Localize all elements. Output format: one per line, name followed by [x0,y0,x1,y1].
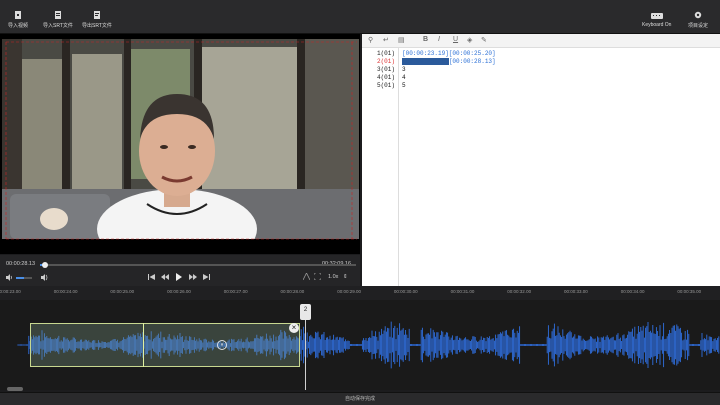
import-video-label: 导入视频 [8,23,29,29]
timeline-tick-label: 00:00:35.00 [677,289,702,294]
text-selection: [00:00:25.20] [402,58,449,65]
timeline-tick-label: 00:00:26.00 [167,289,191,294]
timeline-tick-label: 00:00:28.00 [280,289,305,294]
font-size-icon[interactable] [303,273,310,280]
subtitle-segment[interactable] [30,323,300,367]
subtitle-editor[interactable]: ⚲ ↵ ▤ B I U ◈ ✎ 1(01) 2(01) 3(01) 4(01) … [362,34,720,286]
video-file-icon [15,11,21,19]
volume-slider[interactable] [16,277,32,279]
timeline-ruler[interactable]: 00:00:23.00 00:00:24.00 00:00:25.00 00:00:2… [0,286,720,300]
keyboard-icon [650,13,663,19]
volume-icon[interactable] [6,274,14,281]
speed-stepper-icon[interactable]: ⇕ [343,274,348,280]
close-icon[interactable]: × [289,323,299,333]
project-settings-label: 项目设定 [688,23,709,29]
pause-icon[interactable]: ⏸ [217,340,227,350]
fullscreen-icon[interactable] [314,273,321,280]
bold-icon[interactable]: B [423,36,428,43]
import-srt-button[interactable]: 导入SRT文件 [43,11,73,29]
underline-icon[interactable]: U [453,36,458,43]
playback-speed[interactable]: 1.0x [328,274,338,280]
timeline-tick-label: 00:00:25.00 [110,289,135,294]
line-number: 1(01) [376,50,395,57]
status-text: 自动保存完成 [344,396,375,402]
line-gutter: 1(01) 2(01) 3(01) 4(01) 5(01) [362,48,399,286]
volume-fill [16,277,24,279]
play-icon[interactable] [176,273,182,281]
export-file-icon [93,11,100,19]
rewind-icon[interactable] [161,274,169,280]
keyboard-toggle-button[interactable]: Keyboard On [642,11,671,28]
timeline-tick-label: 00:00:29.00 [337,289,361,294]
video-preview[interactable] [0,34,360,254]
timeline-scrollbar[interactable] [7,387,23,391]
return-icon[interactable]: ↵ [383,36,389,44]
skip-end-icon[interactable] [203,274,210,280]
line-number: 4(01) [376,74,395,81]
subtitle-line[interactable]: 3 [402,66,406,73]
editor-toolbar: ⚲ ↵ ▤ B I U ◈ ✎ [362,34,720,48]
timeline-tick-label: 00:00:27.00 [223,289,248,294]
timeline-tick-label: 00:00:23.00 [0,289,21,294]
timeline-tick-label: 00:00:32.00 [507,289,532,294]
timeline-tick-label: 00:00:30.00 [393,289,418,294]
import-srt-label: 导入SRT文件 [43,23,73,29]
export-srt-button[interactable]: 导出SRT文件 [82,11,112,29]
subtitle-line-active[interactable]: [00:00:25.20][00:00:28.13] [402,58,496,65]
timeline-tick-label: 00:00:24.00 [53,289,78,294]
timeline-tick-label: 00:00:33.00 [564,289,588,294]
import-video-button[interactable]: 导入视频 [8,11,28,29]
status-bar: 自动保存完成 [0,392,720,405]
waveform-track[interactable]: ⏸ × 2 [0,300,720,390]
project-settings-button[interactable]: 项目设定 [688,11,708,29]
toolbar: 导入视频 导入SRT文件 导出SRT文件 Keyboard On 项目设定 [0,0,720,34]
subtitle-line[interactable]: [00:00:23.19][00:00:25.20] [402,50,496,57]
italic-icon[interactable]: I [438,36,440,43]
skip-start-icon[interactable] [148,274,155,280]
timeline-tick-label: 00:00:31.00 [450,289,475,294]
seek-bar[interactable] [40,261,356,268]
timeline-tick-label: 00:00:34.00 [620,289,645,294]
current-time: 00:00:28.13 [6,261,36,267]
fill-color-icon[interactable]: ◈ [467,36,472,44]
line-number-active: 2(01) [376,58,395,65]
end-time: [00:00:28.13] [448,58,496,65]
segment-divider[interactable] [143,323,144,367]
srt-file-icon [54,11,61,19]
playhead-marker[interactable]: 2 [300,304,311,320]
brush-icon[interactable]: ✎ [481,36,487,44]
seek-handle[interactable] [41,261,48,268]
line-number: 3(01) [376,66,395,73]
subtitle-line[interactable]: 4 [402,74,406,81]
location-pin-icon[interactable]: ⚲ [368,36,373,44]
player-controls: 00:00:28.13 00:32:09.16 1.0x ⇕ [0,255,360,286]
keyboard-label: Keyboard On [642,22,672,28]
video-frame [2,39,359,247]
line-number: 5(01) [376,82,395,89]
gear-icon [694,11,702,19]
volume-max-icon[interactable] [41,274,49,281]
playhead-line [305,320,306,390]
export-srt-label: 导出SRT文件 [82,23,112,29]
subtitle-line[interactable]: 5 [402,82,406,89]
disk-icon[interactable]: ▤ [398,36,405,44]
fast-forward-icon[interactable] [189,274,197,280]
